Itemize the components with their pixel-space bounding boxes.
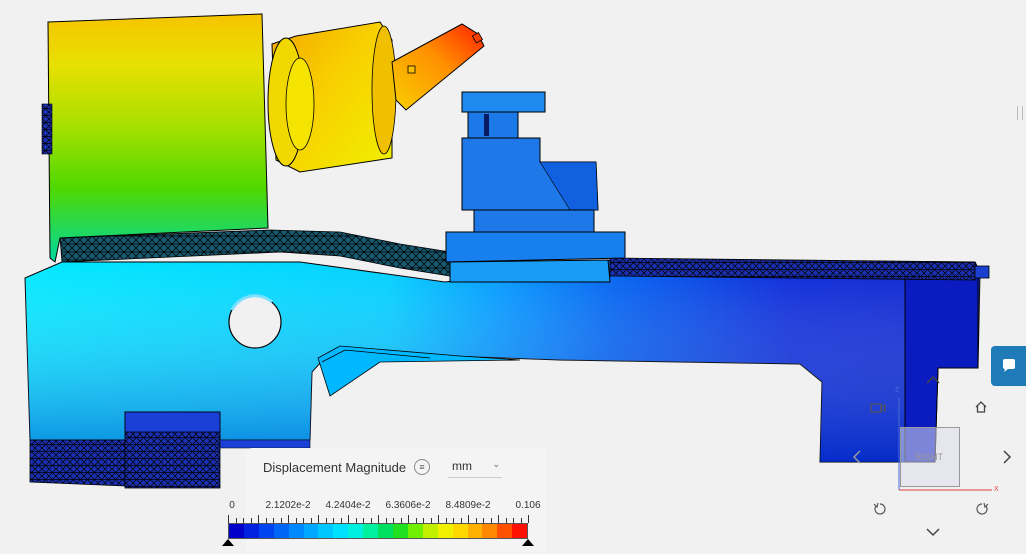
legend-tick (348, 515, 349, 523)
min-marker[interactable] (222, 539, 234, 546)
legend-tick (528, 515, 529, 523)
legend-tick-label: 6.3606e-2 (385, 500, 431, 511)
panel-resize-handle[interactable] (1017, 106, 1023, 120)
legend-tick-label: 0.106 (515, 500, 541, 511)
clamp-plate (445, 231, 626, 263)
colorbar-swatch (288, 524, 304, 538)
unit-select[interactable]: mm ⌄ (448, 455, 502, 478)
colorbar-swatch (243, 524, 259, 538)
view-cube-label: RIGHT (915, 452, 943, 462)
mesh-foot (29, 439, 126, 487)
colorbar-swatch (229, 524, 244, 538)
colorbar-swatch (437, 524, 453, 538)
unit-value: mm (452, 459, 472, 473)
result-legend: Displacement Magnitude ≡ mm ⌄ 0 2.1202e-2… (222, 448, 546, 552)
clamp-top (461, 91, 546, 113)
colorbar-swatch (407, 524, 423, 538)
legend-tick (288, 515, 289, 523)
rotate-left-icon[interactable] (872, 501, 888, 521)
mesh-band-right (609, 257, 976, 281)
colorbar-swatch (258, 524, 274, 538)
legend-tick (438, 515, 439, 523)
chevron-down-icon[interactable] (926, 526, 940, 542)
colorbar-swatch (333, 524, 349, 538)
legend-tick (468, 515, 469, 523)
legend-tick (228, 515, 229, 523)
colorbar-swatch (318, 524, 334, 538)
legend-menu-icon[interactable]: ≡ (414, 459, 430, 475)
legend-tick-label: 2.1202e-2 (265, 500, 311, 511)
colorbar-swatch (497, 524, 513, 538)
colorbar-swatch (392, 524, 408, 538)
legend-tick (258, 515, 259, 523)
headstock-block (47, 13, 269, 263)
chevron-right-icon[interactable] (1002, 450, 1012, 468)
home-icon[interactable] (974, 400, 988, 418)
camera-icon[interactable] (870, 402, 886, 418)
chevron-left-icon[interactable] (852, 450, 862, 468)
legend-title: Displacement Magnitude (263, 460, 407, 475)
colorbar-swatch (422, 524, 438, 538)
colorbar-swatch (378, 524, 393, 538)
axis-z-label: Z (895, 387, 900, 394)
legend-tick (378, 515, 379, 523)
colorbar-swatch (482, 524, 498, 538)
colorbar-swatch (363, 524, 379, 538)
colorbar-swatch (512, 524, 528, 538)
max-marker[interactable] (522, 539, 534, 546)
axis-x-label: X (994, 486, 999, 493)
legend-ticks (228, 515, 529, 523)
chat-button[interactable] (991, 346, 1026, 386)
legend-tick-label: 0 (229, 500, 235, 511)
colorbar-swatch (348, 524, 364, 538)
chat-icon (1003, 359, 1015, 372)
rotate-right-icon[interactable] (974, 501, 990, 521)
legend-colorbar (228, 523, 528, 539)
colorbar-swatch (467, 524, 483, 538)
colorbar-swatch (273, 524, 289, 538)
legend-tick-label: 4.2404e-2 (325, 500, 371, 511)
legend-tick (318, 515, 319, 523)
legend-tick-label: 8.4809e-2 (445, 500, 491, 511)
colorbar-swatch (303, 524, 319, 538)
legend-tick (498, 515, 499, 523)
legend-tick (408, 515, 409, 523)
chevron-down-icon: ⌄ (492, 459, 500, 469)
colorbar-swatch (452, 524, 468, 538)
chevron-up-icon[interactable] (926, 372, 940, 388)
view-cube[interactable]: RIGHT (900, 427, 960, 487)
